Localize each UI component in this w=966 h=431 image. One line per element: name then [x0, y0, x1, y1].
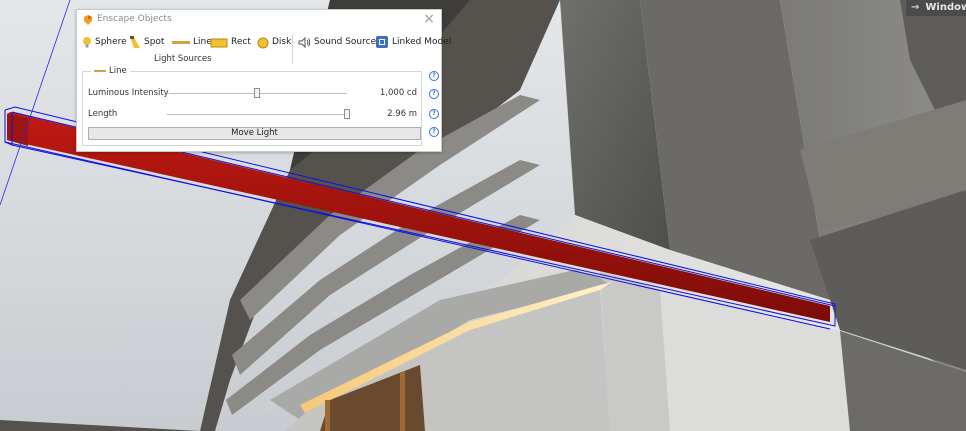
slider-thumb[interactable]: [344, 109, 350, 119]
sound-source-icon: [298, 36, 311, 48]
rect-light-icon: [210, 38, 228, 47]
properties-title: Line: [91, 66, 130, 76]
luminous-intensity-label: Luminous Intensity: [88, 88, 169, 98]
move-light-button[interactable]: Move Light: [88, 127, 421, 140]
panel-titlebar[interactable]: Enscape Objects ×: [77, 10, 441, 30]
line-light-button[interactable]: Line: [172, 35, 212, 49]
help-icon[interactable]: ?: [429, 89, 439, 99]
help-icon[interactable]: ?: [429, 71, 439, 81]
luminous-intensity-slider[interactable]: [167, 88, 347, 99]
slider-track: [167, 114, 347, 115]
line-swatch-icon: [94, 70, 106, 72]
window-menu-tab[interactable]: → Window: [906, 0, 966, 16]
properties-title-text: Line: [109, 66, 127, 76]
disk-light-button[interactable]: Disk: [257, 35, 291, 49]
spot-label: Spot: [144, 37, 165, 47]
spot-light-button[interactable]: Spot: [129, 35, 164, 49]
linked-model-label: Linked Model: [392, 37, 452, 47]
panel-title: Enscape Objects: [97, 14, 172, 24]
toolbar-separator: [292, 34, 293, 64]
close-button[interactable]: ×: [423, 11, 435, 27]
light-sources-group-label: Light Sources: [154, 54, 212, 64]
sphere-light-button[interactable]: Sphere: [82, 35, 127, 49]
help-icon[interactable]: ?: [429, 109, 439, 119]
enscape-logo-icon: [84, 15, 92, 25]
rect-light-button[interactable]: Rect: [210, 35, 251, 49]
sphere-light-icon: [83, 36, 91, 47]
slider-thumb[interactable]: [254, 88, 260, 98]
rect-label: Rect: [231, 37, 251, 47]
length-value: 2.96 m: [387, 109, 417, 119]
line-light-icon: [172, 40, 190, 44]
length-label: Length: [88, 109, 118, 119]
line-properties-group: Line Luminous Intensity 1,000 cd Length …: [82, 66, 422, 146]
disk-label: Disk: [272, 37, 292, 47]
enscape-objects-panel: Enscape Objects × Sphere Spot Line Rect …: [76, 9, 451, 152]
linked-model-icon: [376, 36, 388, 48]
length-slider[interactable]: [167, 109, 350, 120]
light-sources-toolbar: Sphere Spot Line Rect Disk Sound Source …: [77, 32, 451, 66]
luminous-intensity-value: 1,000 cd: [379, 88, 417, 98]
arrow-right-icon: →: [911, 2, 920, 13]
sound-source-label: Sound Source: [314, 37, 377, 47]
help-icon[interactable]: ?: [429, 127, 439, 137]
disk-light-icon: [257, 37, 269, 48]
sphere-label: Sphere: [95, 37, 127, 47]
window-menu-label: Window: [925, 2, 966, 13]
line-label: Line: [193, 37, 212, 47]
linked-model-button[interactable]: Linked Model: [375, 35, 451, 49]
spot-light-icon: [130, 35, 140, 48]
sound-source-button[interactable]: Sound Source: [298, 35, 376, 49]
